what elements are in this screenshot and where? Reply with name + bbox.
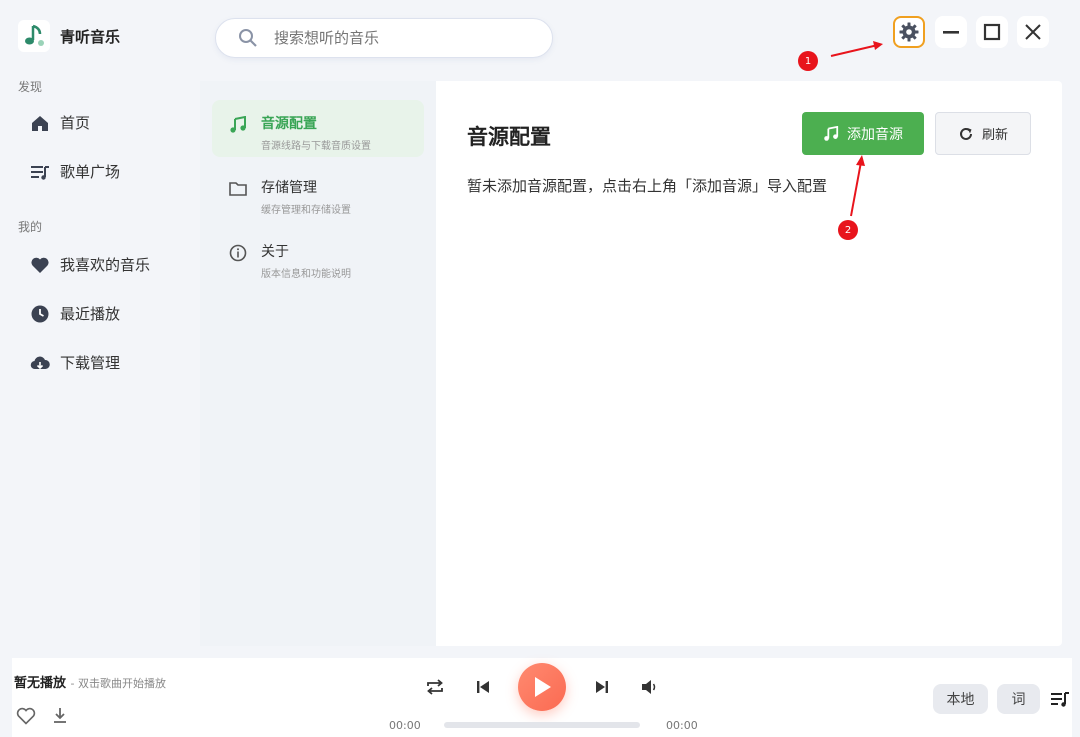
download-button[interactable] <box>49 704 71 726</box>
app-window: 青听音乐 发现 首页 歌单广场 我的 我喜欢的音乐 最近播放 下载管理 搜索想听… <box>0 0 1080 737</box>
queue-button[interactable] <box>1048 687 1072 711</box>
previous-button[interactable] <box>472 676 494 698</box>
total-time: 00:00 <box>666 719 698 732</box>
current-time: 00:00 <box>389 719 421 732</box>
local-button[interactable]: 本地 <box>933 684 988 714</box>
now-playing: 暂无播放 - 双击歌曲开始播放 <box>14 672 166 691</box>
like-button[interactable] <box>15 705 37 727</box>
skip-previous-icon <box>477 681 489 693</box>
heart-outline-icon <box>16 707 36 725</box>
volume-button[interactable] <box>638 676 660 698</box>
next-button[interactable] <box>591 676 613 698</box>
volume-icon <box>642 680 656 694</box>
player-bar: 暂无播放 - 双击歌曲开始播放 00:00 00:00 本地 词 <box>12 658 1072 737</box>
progress-bar[interactable] <box>444 722 640 728</box>
now-playing-title: 暂无播放 <box>14 676 67 691</box>
play-button[interactable] <box>518 663 566 711</box>
repeat-button[interactable] <box>424 676 446 698</box>
now-playing-subtitle: - 双击歌曲开始播放 <box>70 677 167 690</box>
annotation-badge-1: 1 <box>798 51 818 71</box>
lyrics-button[interactable]: 词 <box>997 684 1040 714</box>
queue-list-icon <box>1051 692 1069 707</box>
repeat-icon <box>427 679 443 695</box>
play-icon <box>535 677 551 697</box>
skip-next-icon <box>596 681 608 693</box>
download-icon <box>54 708 66 723</box>
annotation-badge-2: 2 <box>838 220 858 240</box>
annotation-arrows <box>830 41 883 217</box>
